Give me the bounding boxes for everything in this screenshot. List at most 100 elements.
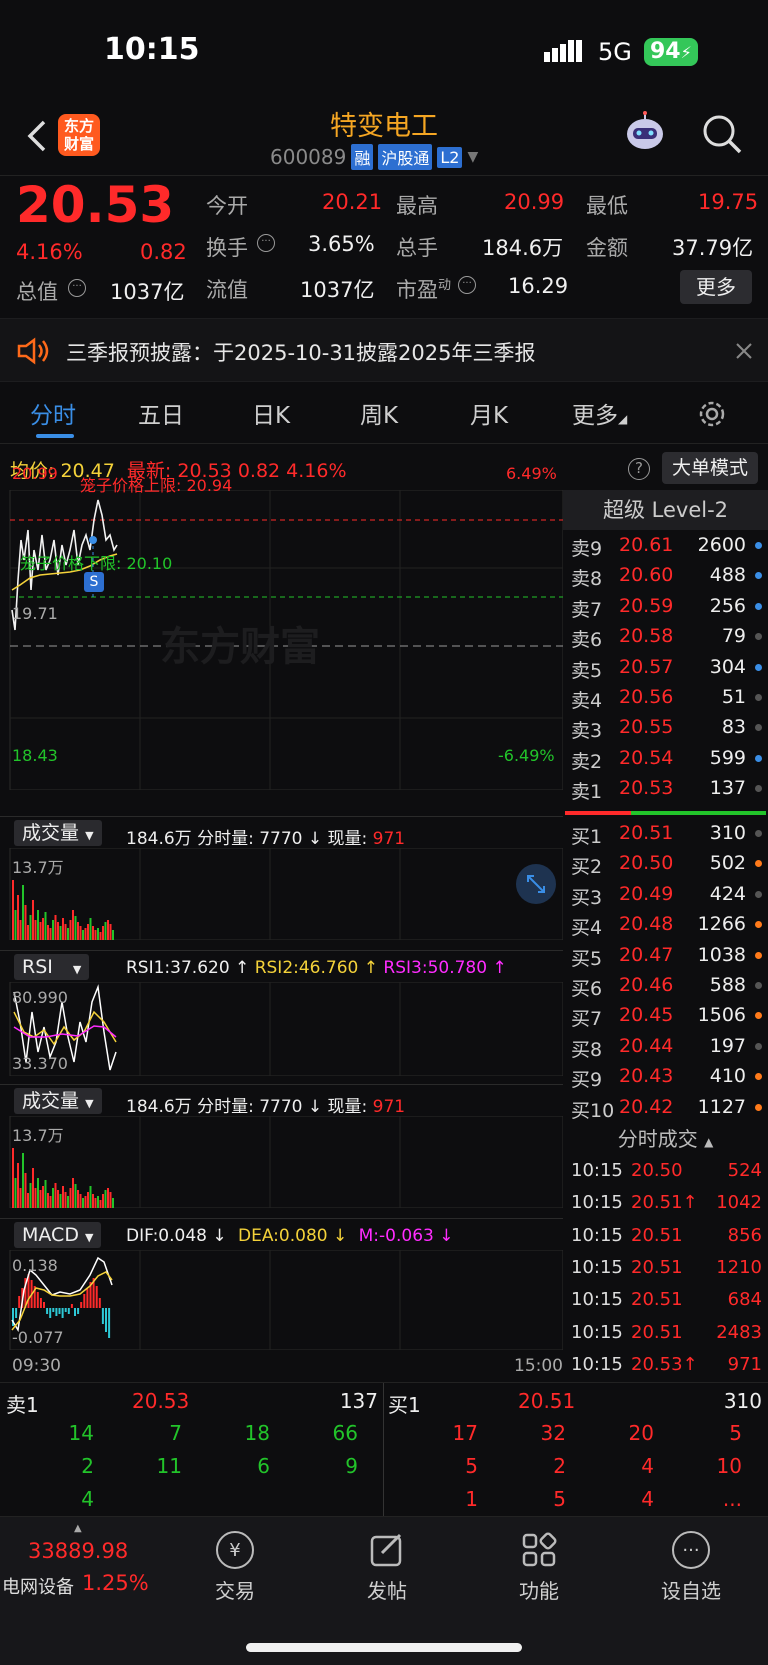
info-icon[interactable]: ···	[68, 279, 86, 297]
bid-level-row[interactable]: 买2 20.50 502	[563, 848, 768, 878]
bid-level-row[interactable]: 买8 20.44 197	[563, 1031, 768, 1061]
add-watchlist-button[interactable]: ··· 设自选	[636, 1531, 746, 1604]
order-dot-icon	[755, 921, 762, 929]
volume-bar	[99, 1200, 102, 1208]
volume-bar	[104, 1190, 107, 1208]
ask-level-row[interactable]: 卖3 20.55 83	[563, 712, 768, 742]
ask-level-row[interactable]: 卖9 20.61 2600	[563, 530, 768, 560]
volume-bar	[99, 932, 102, 940]
info-icon[interactable]: ···	[257, 234, 275, 252]
intraday-chart-area[interactable]: 均价: 20.47 最新: 20.53 0.82 4.16% ? 大单模式 东方…	[0, 444, 758, 1382]
pe-value: 16.29	[508, 274, 569, 298]
queue-buy-volume: 310	[723, 1389, 762, 1413]
more-button[interactable]: 更多	[680, 270, 752, 304]
bid-level-row[interactable]: 买4 20.48 1266	[563, 909, 768, 939]
info-icon[interactable]: ···	[458, 276, 476, 294]
volume-bar	[54, 1183, 57, 1208]
level2-title[interactable]: 超级 Level-2	[563, 490, 768, 530]
ask-level-row[interactable]: 卖2 20.54 599	[563, 743, 768, 773]
volume-bar	[69, 920, 72, 940]
volume-bar	[72, 910, 74, 940]
level-label: 买9	[571, 1069, 603, 1092]
volume-bar	[67, 928, 69, 940]
bid-level-row[interactable]: 买10 20.42 1127	[563, 1092, 768, 1122]
divider	[0, 816, 563, 817]
level-price: 20.46	[619, 974, 674, 996]
bid-level-row[interactable]: 买6 20.46 588	[563, 970, 768, 1000]
volume2-info-text: 184.6万 分时量: 7770 ↓ 现量:	[126, 1097, 368, 1117]
robot-assistant-icon[interactable]	[622, 110, 668, 156]
trade-time: 10:15	[571, 1256, 623, 1278]
volume-indicator-select[interactable]: 成交量 ▼	[14, 820, 102, 846]
level-label: 卖8	[571, 568, 603, 591]
search-icon[interactable]	[700, 112, 744, 156]
level-volume: 51	[721, 686, 746, 708]
bid-level-row[interactable]: 买5 20.47 1038	[563, 940, 768, 970]
trades-title[interactable]: 分时成交 ▲	[563, 1122, 768, 1156]
tab-monthly-k[interactable]: 月K	[470, 396, 508, 430]
expand-icon[interactable]	[516, 864, 556, 904]
ask-ratio-bar	[565, 811, 631, 815]
ask-level-row[interactable]: 卖6 20.58 79	[563, 621, 768, 651]
bid-ratio-bar	[631, 811, 766, 815]
volume-bar	[57, 1190, 59, 1208]
queue-order-size: 4	[641, 1487, 654, 1511]
tab-five-day[interactable]: 五日	[138, 396, 184, 430]
macd-indicator-select[interactable]: MACD ▼	[14, 1222, 102, 1248]
ask-level-row[interactable]: 卖1 20.53 137	[563, 773, 768, 803]
close-icon[interactable]	[734, 341, 754, 361]
ask-level-row[interactable]: 卖8 20.60 488	[563, 560, 768, 590]
tab-weekly-k[interactable]: 周K	[360, 396, 398, 430]
tab-more[interactable]: 更多◢	[572, 396, 627, 430]
level-label: 卖4	[571, 690, 603, 712]
big-order-mode-button[interactable]: 大单模式	[662, 452, 758, 484]
level-label: 买7	[571, 1008, 603, 1031]
stock-code-row[interactable]: 600089 融 沪股通 L2 ▼	[270, 144, 478, 170]
rsi-indicator-select[interactable]: RSI ▼	[14, 954, 90, 980]
ask-level-row[interactable]: 卖4 20.56 51	[563, 682, 768, 712]
order-dot-icon	[755, 860, 762, 868]
order-queue: 卖1 20.53 137 买1 20.51 310 14 7 18 66 2 11 6 9 4 …	[0, 1382, 768, 1517]
trade-row: 10:15 20.51 684	[563, 1285, 768, 1317]
macd-bottom-label: -0.077	[12, 1328, 64, 1347]
bid-level-row[interactable]: 买7 20.45 1506	[563, 1000, 768, 1030]
volume-bar	[34, 1188, 37, 1208]
rsi-top-label: 80.990	[12, 988, 68, 1007]
y-mid-label: 19.71	[12, 604, 58, 623]
bid-level-row[interactable]: 买3 20.49 424	[563, 879, 768, 909]
trade-row: 10:15 20.51 2483	[563, 1318, 768, 1350]
trade-volume: 1210	[716, 1256, 762, 1278]
queue-order-size: 10	[716, 1454, 742, 1478]
functions-button[interactable]: 功能	[484, 1531, 594, 1604]
level-price: 20.44	[619, 1034, 674, 1057]
trade-button[interactable]: ¥ 交易	[180, 1531, 290, 1604]
queue-divider	[383, 1383, 384, 1517]
stock-code: 600089	[270, 145, 347, 169]
volume-bar	[17, 895, 19, 940]
macd-bar	[77, 1308, 80, 1314]
settings-gear-icon[interactable]	[696, 398, 728, 430]
bid-level-row[interactable]: 买1 20.51 310	[563, 818, 768, 848]
order-dot-icon	[755, 785, 762, 793]
bid-level-row[interactable]: 买9 20.43 410	[563, 1061, 768, 1091]
volume2-indicator-select[interactable]: 成交量 ▼	[14, 1088, 102, 1114]
level-volume: 424	[709, 882, 746, 905]
ask-level-row[interactable]: 卖5 20.57 304	[563, 652, 768, 682]
tab-daily-k[interactable]: 日K	[252, 396, 290, 430]
index-value[interactable]: 33889.98	[28, 1539, 128, 1563]
notice-bar[interactable]: 三季报预披露：于2025-10-31披露2025年三季报	[0, 318, 768, 382]
volume-bar	[112, 1198, 114, 1208]
pe-sup: 动	[438, 278, 452, 293]
time-start-label: 09:30	[12, 1356, 61, 1376]
sell-marker[interactable]: S	[84, 572, 104, 592]
float-value: 1037亿	[300, 278, 375, 302]
help-icon[interactable]: ?	[628, 458, 650, 480]
post-button[interactable]: 发帖	[332, 1531, 442, 1604]
tab-intraday[interactable]: 分时	[30, 396, 76, 430]
volume-bar	[14, 910, 17, 940]
dropdown-arrow-icon: ▼	[85, 1097, 94, 1110]
ask-level-row[interactable]: 卖7 20.59 256	[563, 591, 768, 621]
trade-price: 20.50	[631, 1160, 683, 1181]
volume-label: 总手	[396, 236, 438, 260]
volume-bar	[87, 1192, 89, 1208]
